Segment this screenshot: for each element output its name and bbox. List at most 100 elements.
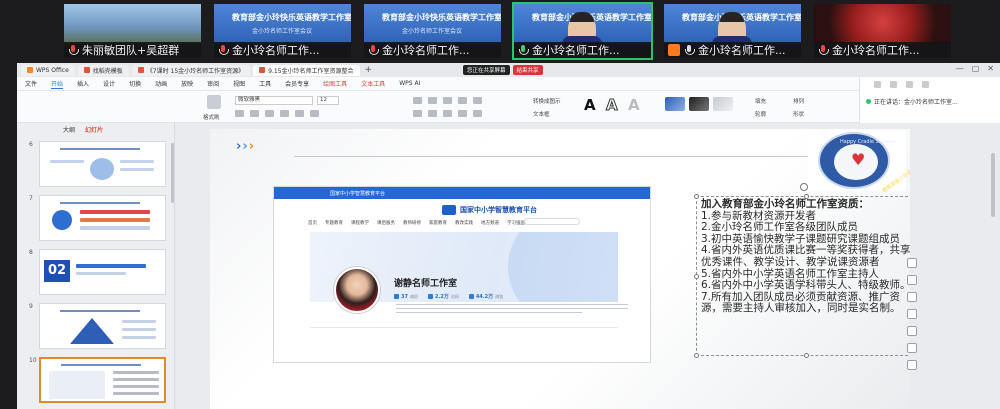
bold-icon[interactable] (235, 110, 244, 117)
resize-handle[interactable] (804, 353, 809, 358)
convert-smartart-button[interactable]: 转换成图示 (533, 97, 561, 105)
resize-handle[interactable] (694, 274, 699, 279)
animation-icon[interactable] (907, 326, 917, 336)
maximize-icon[interactable]: ▢ (972, 64, 980, 73)
indent-icon[interactable] (443, 97, 452, 104)
bullet-list-icon[interactable] (413, 97, 422, 104)
menu-transition[interactable]: 切换 (129, 79, 141, 88)
menu-view[interactable]: 视图 (233, 79, 245, 88)
align-center-icon[interactable] (428, 110, 437, 117)
video-sub-text: 金小玲名师工作室会议 (252, 28, 313, 35)
participant-tile[interactable]: 教育部金小玲快乐英语教学工作室 金小玲名师工作室会议 金小玲名师工作... (364, 4, 501, 58)
slide-thumbnail[interactable] (39, 141, 166, 187)
number-list-icon[interactable] (428, 97, 437, 104)
embedded-website-screenshot[interactable]: 国家中小学智慧教育平台 国家中小学智慧教育平台 首页 专题教育 课程教学 课后服… (274, 187, 650, 362)
participant-tile-speaking[interactable]: 教育部金小玲快乐英语教学工作室 金小玲名师工作... (512, 2, 653, 60)
mic-muted-icon (68, 44, 79, 56)
resize-handle[interactable] (694, 353, 699, 358)
link-icon[interactable] (907, 343, 917, 353)
font-color-icon[interactable] (295, 110, 304, 117)
tab-doc-1[interactable]: 《7课时 15金小玲名师工作室资源》 (131, 64, 251, 76)
layers-icon[interactable] (907, 258, 917, 268)
crop-icon[interactable] (907, 292, 917, 302)
menu-member[interactable]: 会员专享 (285, 79, 309, 88)
arrange-button[interactable]: 排列 (793, 97, 804, 105)
format-painter-label[interactable]: 格式刷 (203, 113, 220, 121)
text-style-black[interactable]: A (584, 96, 596, 114)
mic-active-icon (518, 44, 529, 56)
text-box-button[interactable]: 文本框 (533, 110, 550, 118)
italic-icon[interactable] (250, 110, 259, 117)
resize-handle[interactable] (694, 194, 699, 199)
align-right-icon[interactable] (443, 110, 452, 117)
align-left-icon[interactable] (413, 110, 422, 117)
menu-insert[interactable]: 插入 (77, 79, 89, 88)
thumbnail-scrollbar[interactable] (171, 143, 174, 203)
shape-style-icon[interactable] (665, 97, 685, 111)
tab-doc-active[interactable]: 9.15金小玲名师工作室资源整合 (253, 64, 360, 76)
menu-slideshow[interactable]: 放映 (181, 79, 193, 88)
current-slide: › › › Happy Cradle Success ♥ 教育部金小玲名师工作室… (210, 129, 910, 409)
menu-home[interactable]: 开始 (51, 79, 64, 89)
shape-button[interactable]: 形状 (793, 110, 804, 118)
highlight-icon[interactable] (310, 110, 319, 117)
participant-video: 教育部金小玲快乐英语教学工作室 金小玲名师工作室会议 (214, 4, 351, 44)
minimize-icon[interactable]: — (956, 64, 964, 73)
participant-tile[interactable]: 教育部金小玲快乐英语教学工作室 金小玲名师工作室会议 金小玲名师工作... (214, 4, 351, 58)
font-name-select[interactable]: 微软雅黑 (235, 96, 313, 105)
participant-tile[interactable]: 金小玲名师工作... (814, 4, 951, 58)
format-icon[interactable] (907, 309, 917, 319)
menu-review[interactable]: 审阅 (207, 79, 219, 88)
tab-wps-office[interactable]: WPS Office (21, 64, 75, 76)
menu-design[interactable]: 设计 (103, 79, 115, 88)
slide-thumbnail[interactable] (39, 303, 166, 349)
paste-icon[interactable] (207, 95, 221, 109)
members-stat-icon (394, 294, 399, 299)
participant-tile[interactable]: 教育部金小玲快乐英语教学工作室 金小玲名师工作... (664, 4, 801, 58)
slides-tab[interactable]: 幻灯片 (85, 125, 103, 134)
members-icon[interactable] (890, 81, 897, 88)
more-tools-icon[interactable] (907, 360, 917, 370)
outline-button[interactable]: 轮廓 (755, 110, 766, 118)
shape-style-icon[interactable] (713, 97, 733, 111)
underline-icon[interactable] (265, 110, 274, 117)
menu-wps-ai[interactable]: WPS AI (399, 80, 420, 87)
text-style-gray[interactable]: A (628, 96, 640, 114)
requirements-text-box[interactable]: 加入教育部金小玲名师工作室资质： 1.参与新教材资源开发者 2.金小玲名师工作室… (694, 183, 910, 358)
slide-thumbnail[interactable] (39, 195, 166, 241)
add-tab-button[interactable]: + (365, 65, 373, 75)
more-icon[interactable] (922, 81, 929, 88)
fill-button[interactable]: 填充 (755, 97, 766, 105)
menu-drawing-tools[interactable]: 绘图工具 (323, 79, 347, 88)
settings-icon[interactable] (906, 81, 913, 88)
close-icon[interactable]: ✕ (987, 64, 994, 73)
rotate-handle-icon[interactable] (800, 183, 808, 191)
slide-thumbnail-selected[interactable] (39, 357, 166, 403)
studio-logo[interactable]: Happy Cradle Success ♥ 教育部金小玲名师工作室 (808, 131, 910, 194)
outline-tab[interactable]: 大纲 (63, 125, 75, 134)
shape-style-icon[interactable] (689, 97, 709, 111)
menu-tools[interactable]: 工具 (259, 79, 271, 88)
slide-thumbnail[interactable]: 02 (39, 249, 166, 295)
stop-share-button[interactable]: 结束共享 (512, 65, 543, 75)
tab-templates[interactable]: 找稻壳模板 (77, 64, 129, 76)
visits-stat-icon (427, 294, 433, 299)
strikethrough-icon[interactable] (280, 110, 289, 117)
canvas-scrollbar[interactable] (991, 153, 995, 217)
text-style-outline[interactable]: A (606, 96, 619, 115)
menu-file[interactable]: 文件 (25, 79, 37, 88)
logo-ring-text-cn: 教育部金小玲名师工作室 (881, 157, 910, 195)
chat-icon[interactable] (874, 81, 881, 88)
menu-text-tools[interactable]: 文本工具 (361, 79, 385, 88)
font-size-select[interactable]: 12 (317, 96, 339, 105)
distribute-icon[interactable] (473, 110, 482, 117)
outdent-icon[interactable] (458, 97, 467, 104)
line-spacing-icon[interactable] (473, 97, 482, 104)
chevron-arrows-icon: › › › (236, 139, 255, 154)
platform-logo-icon (442, 205, 456, 215)
video-sub-text: 金小玲名师工作室会议 (402, 28, 463, 35)
participant-tile[interactable]: 朱丽敏团队+吴超群 (64, 4, 201, 58)
justify-icon[interactable] (458, 110, 467, 117)
edit-icon[interactable] (907, 275, 917, 285)
menu-animation[interactable]: 动画 (155, 79, 167, 88)
